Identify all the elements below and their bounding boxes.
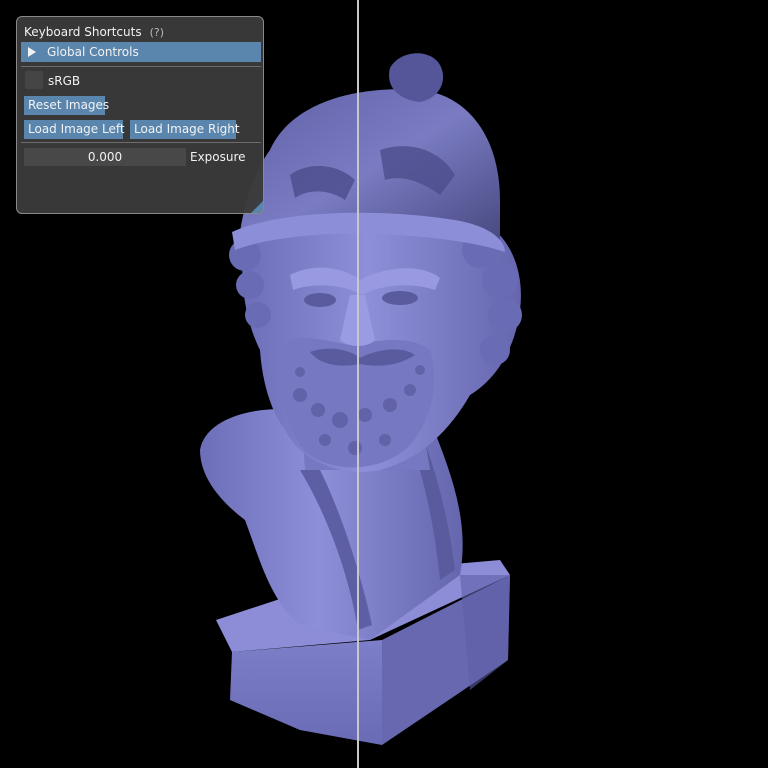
load-image-left-button[interactable]: Load Image Left — [24, 120, 125, 139]
control-panel[interactable]: Keyboard Shortcuts (?) Global Controls sR… — [16, 16, 264, 214]
global-controls-label: Global Controls — [47, 45, 139, 59]
split-divider[interactable] — [357, 0, 359, 768]
resize-grip-icon[interactable] — [251, 201, 263, 213]
divider — [21, 142, 261, 143]
srgb-label: sRGB — [48, 74, 81, 88]
right-eye — [382, 291, 418, 305]
panel-title[interactable]: Keyboard Shortcuts (?) — [24, 25, 164, 39]
global-controls-header[interactable]: Global Controls — [21, 42, 261, 62]
divider — [21, 66, 261, 67]
srgb-checkbox[interactable] — [25, 71, 43, 89]
triangle-right-icon — [28, 47, 36, 57]
reset-images-button[interactable]: Reset Images — [24, 96, 109, 115]
load-image-right-button[interactable]: Load Image Right — [130, 120, 240, 139]
exposure-label: Exposure — [190, 150, 246, 164]
left-eye — [304, 293, 336, 307]
exposure-input[interactable]: 0.000 — [24, 148, 186, 166]
panel-title-text: Keyboard Shortcuts — [24, 25, 142, 39]
help-marker[interactable]: (?) — [150, 26, 164, 39]
